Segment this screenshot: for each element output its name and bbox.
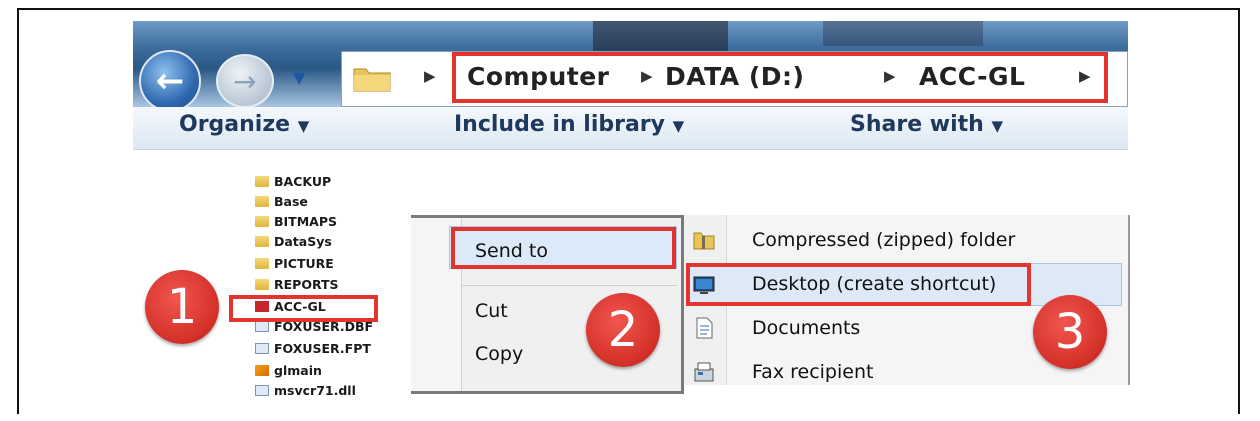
step-badge-1: 1 [145, 270, 219, 344]
organize-menu[interactable]: Organize ▼ [179, 112, 309, 137]
folder-icon [255, 215, 269, 227]
chevron-down-icon: ▼ [297, 117, 310, 135]
folder-icon [255, 278, 269, 290]
step-badge-3: 3 [1033, 295, 1107, 369]
folder-icon [255, 257, 269, 269]
list-item[interactable]: BACKUP [255, 173, 331, 189]
documents-icon [696, 317, 713, 339]
desktop-shortcut-highlight-box [686, 263, 1031, 306]
copy-menu-item[interactable]: Copy [475, 343, 523, 365]
acc-gl-highlight-box [229, 295, 378, 322]
list-item[interactable]: glmain [255, 362, 322, 378]
cut-menu-item[interactable]: Cut [475, 300, 508, 322]
list-item[interactable]: BITMAPS [255, 213, 337, 229]
fax-icon [694, 362, 714, 382]
forward-button[interactable]: → [216, 54, 274, 108]
dll-file-icon [255, 384, 269, 396]
list-item[interactable]: REPORTS [255, 276, 339, 292]
folder-icon [255, 195, 269, 207]
table-file-icon [255, 342, 269, 354]
fax-recipient-menu-item[interactable]: Fax recipient [752, 361, 873, 383]
share-with-menu[interactable]: Share with ▼ [850, 112, 1003, 137]
documents-menu-item[interactable]: Documents [752, 317, 860, 339]
fox-app-icon [255, 364, 269, 376]
arrow-right-icon: → [233, 64, 257, 98]
compressed-folder-menu-item[interactable]: Compressed (zipped) folder [752, 229, 1015, 251]
arrow-left-icon: ← [155, 61, 185, 101]
chevron-down-icon: ▼ [991, 117, 1004, 135]
folder-icon [353, 68, 391, 92]
breadcrumb-chevron-icon[interactable]: ▶ [424, 67, 436, 85]
list-item[interactable]: msvcr71.dll [255, 382, 356, 398]
table-file-icon [255, 320, 269, 332]
list-item[interactable]: PICTURE [255, 255, 334, 271]
zip-folder-icon [693, 232, 715, 250]
list-item[interactable]: Base [255, 193, 308, 209]
send-to-highlight-box [451, 227, 676, 269]
include-in-library-menu[interactable]: Include in library ▼ [454, 112, 684, 137]
list-item[interactable]: DataSys [255, 233, 332, 249]
address-highlight-box [452, 52, 1108, 103]
menu-separator [461, 285, 677, 286]
chevron-down-icon: ▼ [672, 117, 685, 135]
step-badge-2: 2 [586, 293, 660, 367]
back-button[interactable]: ← [139, 50, 201, 112]
folder-icon [255, 175, 269, 187]
list-item[interactable]: FOXUSER.FPT [255, 340, 371, 356]
recent-pages-chevron-icon[interactable]: ▼ [293, 70, 313, 86]
folder-icon [255, 235, 269, 247]
